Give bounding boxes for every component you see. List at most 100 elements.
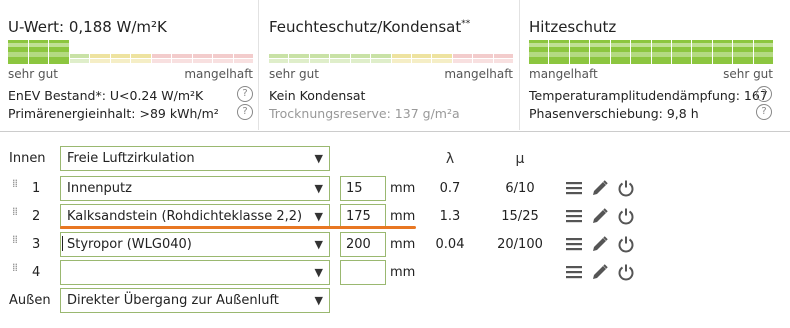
rating-bar-segment bbox=[411, 40, 432, 64]
outside-label: Außen bbox=[9, 293, 51, 308]
uwert-scale-left: sehr gut bbox=[8, 67, 58, 81]
feuchte-drying-reserve-info: Trocknungsreserve: 137 g/m²a bbox=[269, 106, 460, 121]
rating-bar-segment bbox=[350, 40, 371, 64]
rating-bar-segment bbox=[371, 40, 391, 64]
pencil-icon[interactable] bbox=[591, 263, 609, 281]
pencil-icon[interactable] bbox=[591, 179, 609, 197]
rating-bar-segment bbox=[172, 40, 192, 64]
chevron-down-icon: ▼ bbox=[314, 152, 323, 165]
power-icon[interactable] bbox=[617, 207, 635, 225]
chevron-down-icon: ▼ bbox=[314, 182, 323, 195]
mu-column-header: μ bbox=[515, 151, 525, 167]
uwert-primary-energy-info: Primärenergieinhalt: >89 kWh/m² bbox=[8, 106, 219, 121]
text-cursor bbox=[62, 236, 63, 251]
layer-lambda-value: 0.7 bbox=[439, 181, 461, 196]
uwert-panel: U-Wert: 0,188 W/m²K sehr gut mangelhaft … bbox=[8, 0, 253, 130]
rating-bar-segment bbox=[330, 40, 350, 64]
feuchte-title: Feuchteschutz/Kondensat** bbox=[269, 18, 471, 36]
power-icon[interactable] bbox=[617, 179, 635, 197]
rating-bar-segment bbox=[610, 40, 631, 64]
uwert-enev-info: EnEV Bestand*: U<0.24 W/m²K bbox=[8, 88, 204, 103]
rating-bar-segment bbox=[151, 40, 171, 64]
menu-icon[interactable] bbox=[565, 263, 583, 281]
layer-thickness-unit: mm bbox=[390, 265, 416, 280]
layer-mu-value: 20/100 bbox=[497, 237, 543, 252]
rating-bar-segment bbox=[590, 40, 610, 64]
lambda-column-header: λ bbox=[445, 151, 455, 167]
layer-mu-value: 15/25 bbox=[501, 209, 539, 224]
drag-handle-icon[interactable]: ⁞⁞ bbox=[12, 206, 20, 217]
layer-index: 2 bbox=[32, 209, 41, 224]
layer-thickness-input[interactable]: 200 bbox=[340, 232, 386, 257]
rating-bar-segment bbox=[8, 40, 28, 64]
hitze-scale-right: sehr gut bbox=[723, 67, 773, 81]
rating-bar-segment bbox=[391, 40, 411, 64]
layer-thickness-unit: mm bbox=[390, 181, 416, 196]
rating-bar-segment bbox=[131, 40, 151, 64]
rating-bar-segment bbox=[631, 40, 651, 64]
chevron-down-icon: ▼ bbox=[314, 266, 323, 279]
layer-material-select[interactable]: Innenputz ▼ bbox=[60, 176, 330, 201]
rating-bar-segment bbox=[432, 40, 452, 64]
help-icon[interactable]: ? bbox=[756, 86, 772, 102]
inside-surface-select[interactable]: Freie Luftzirkulation ▼ bbox=[60, 146, 330, 171]
drag-handle-icon[interactable]: ⁞⁞ bbox=[12, 234, 20, 245]
chevron-down-icon: ▼ bbox=[314, 294, 323, 307]
inside-label: Innen bbox=[9, 151, 46, 166]
feuchte-scale-right: mangelhaft bbox=[444, 67, 513, 81]
layer-material-select[interactable]: ▼ bbox=[60, 260, 330, 285]
layer-thickness-unit: mm bbox=[390, 209, 416, 224]
help-icon[interactable]: ? bbox=[237, 104, 253, 120]
rating-bar-segment bbox=[289, 40, 309, 64]
rating-bar-segment bbox=[549, 40, 569, 64]
uwert-scale-right: mangelhaft bbox=[184, 67, 253, 81]
menu-icon[interactable] bbox=[565, 235, 583, 253]
feuchte-rating-bar bbox=[269, 40, 514, 64]
rating-bar-segment bbox=[671, 40, 692, 64]
menu-icon[interactable] bbox=[565, 207, 583, 225]
rating-bar-segment bbox=[733, 40, 753, 64]
menu-icon[interactable] bbox=[565, 179, 583, 197]
feuchte-condensate-info: Kein Kondensat bbox=[269, 88, 366, 103]
power-icon[interactable] bbox=[617, 235, 635, 253]
layer-thickness-unit: mm bbox=[390, 237, 416, 252]
layer-material-select[interactable]: Styropor (WLG040) ▼ bbox=[60, 232, 330, 257]
layer-lambda-value: 0.04 bbox=[435, 237, 465, 252]
rating-bar-segment bbox=[28, 40, 48, 64]
power-icon[interactable] bbox=[617, 263, 635, 281]
layer-thickness-input[interactable]: 15 bbox=[340, 176, 386, 201]
rating-bar-segment bbox=[473, 40, 493, 64]
drag-handle-icon[interactable]: ⁞⁞ bbox=[12, 178, 20, 189]
pencil-icon[interactable] bbox=[591, 207, 609, 225]
help-icon[interactable]: ? bbox=[237, 86, 253, 102]
layer-index: 1 bbox=[32, 181, 41, 196]
uwert-title: U-Wert: 0,188 W/m²K bbox=[8, 18, 167, 36]
highlight-underline bbox=[60, 226, 416, 229]
layer-lambda-value: 1.3 bbox=[439, 209, 461, 224]
feuchte-panel: Feuchteschutz/Kondensat** sehr gut mange… bbox=[269, 0, 514, 130]
hitze-title: Hitzeschutz bbox=[529, 18, 617, 36]
rating-bar-segment bbox=[233, 40, 253, 64]
drag-handle-icon[interactable]: ⁞⁞ bbox=[12, 262, 20, 273]
uwert-rating-bar bbox=[8, 40, 253, 64]
rating-bar-segment bbox=[569, 40, 590, 64]
rating-bar-segment bbox=[110, 40, 130, 64]
rating-bar-segment bbox=[452, 40, 473, 64]
rating-bar-segment bbox=[692, 40, 712, 64]
layer-index: 3 bbox=[32, 237, 41, 252]
hitze-rating-bar bbox=[529, 40, 774, 64]
rating-bar-segment bbox=[493, 40, 514, 64]
rating-bar-segment bbox=[69, 40, 89, 64]
rating-bar-segment bbox=[49, 40, 69, 64]
chevron-down-icon: ▼ bbox=[314, 238, 323, 251]
rating-bar-segment bbox=[213, 40, 233, 64]
outside-surface-select[interactable]: Direkter Übergang zur Außenluft ▼ bbox=[60, 288, 330, 313]
pencil-icon[interactable] bbox=[591, 235, 609, 253]
layer-thickness-input[interactable] bbox=[340, 260, 386, 285]
help-icon[interactable]: ? bbox=[756, 104, 772, 120]
divider bbox=[258, 0, 259, 130]
hitze-scale-left: mangelhaft bbox=[529, 67, 598, 81]
layer-index: 4 bbox=[32, 265, 41, 280]
rating-bar-segment bbox=[90, 40, 110, 64]
rating-bar-segment bbox=[309, 40, 330, 64]
